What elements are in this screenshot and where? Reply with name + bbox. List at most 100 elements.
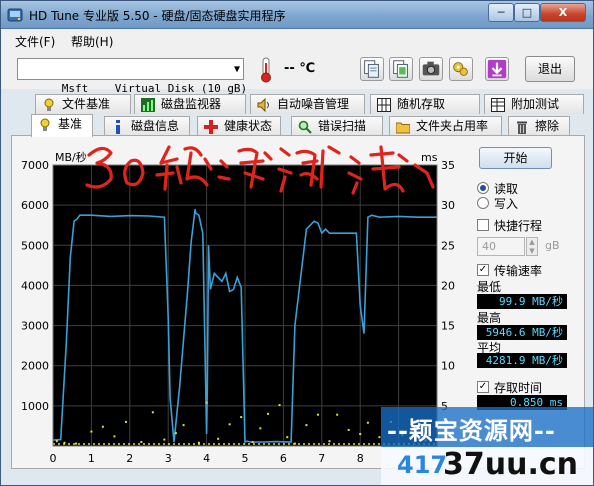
min-value: 99.9 MB/秒 [477, 294, 567, 309]
tab-noise-management[interactable]: 自动噪音管理 [250, 94, 365, 114]
access-time-point [174, 432, 177, 435]
toolbar: Msft Virtual Disk (10 gB) ▼ -- ℃ 退出 [1, 51, 593, 95]
access-time-point [163, 438, 166, 441]
max-label: 最高 [477, 311, 502, 325]
save-button[interactable] [485, 57, 509, 81]
tab-file-benchmark[interactable]: 文件基准 [35, 94, 131, 114]
access-time-point [259, 427, 262, 430]
avg-value: 4281.9 MB/秒 [477, 353, 567, 368]
minimize-button[interactable]: ─ [488, 3, 514, 22]
access-time-point [316, 413, 319, 416]
bar-chart-icon [141, 98, 155, 112]
y-left-tick-label: 1000 [21, 400, 49, 413]
x-tick-label: 3 [165, 452, 172, 465]
access-time-point [347, 428, 350, 431]
y-left-tick-label: 4000 [21, 279, 49, 292]
window-title: HD Tune 专业版 5.50 - 硬盘/固态硬盘实用程序 [29, 9, 286, 23]
access-time-point [286, 436, 289, 439]
max-value: 5946.6 MB/秒 [477, 325, 567, 340]
drive-select[interactable]: Msft Virtual Disk (10 gB) ▼ [17, 58, 247, 95]
access-time-point [240, 416, 243, 419]
access-time-point [267, 412, 270, 415]
tab-health[interactable]: 健康状态 [197, 116, 281, 136]
access-time-point [55, 440, 58, 443]
screenshot-button[interactable] [419, 57, 443, 81]
start-button[interactable]: 开始 [479, 147, 552, 169]
access-time-point [278, 404, 281, 407]
access-time-point [228, 423, 231, 426]
x-tick-label: 6 [280, 452, 287, 465]
access-time-point [90, 430, 93, 433]
menu-file[interactable]: 文件(F) [15, 33, 55, 50]
access-time-point [101, 425, 104, 428]
menu-help[interactable]: 帮助(H) [71, 33, 113, 50]
tab-erase[interactable]: 擦除 [508, 116, 570, 136]
table-icon [491, 98, 505, 112]
info-icon [116, 120, 120, 134]
tab-disk-info[interactable]: 磁盘信息 [104, 116, 190, 136]
access-time-point [359, 432, 362, 435]
chevron-down-icon: ▼ [233, 64, 240, 75]
y-right-tick-label: 20 [441, 279, 455, 292]
x-tick-label: 7 [318, 452, 325, 465]
app-icon [7, 8, 23, 22]
temperature-readout: -- ℃ [284, 61, 316, 76]
write-radio[interactable] [477, 197, 489, 209]
title-bar[interactable]: HD Tune 专业版 5.50 - 硬盘/固态硬盘实用程序 ─ □ X [1, 1, 593, 29]
exit-button[interactable]: 退出 [525, 56, 575, 82]
options-button[interactable] [449, 57, 473, 81]
access-time-point [182, 424, 185, 427]
copy-all-button[interactable] [389, 57, 413, 81]
quick-stroke-checkbox[interactable] [477, 219, 489, 231]
save-down-icon [487, 59, 507, 79]
access-time-checkbox[interactable]: ✓ [477, 381, 489, 393]
close-button[interactable]: X [540, 3, 586, 22]
access-time-label: 存取时间 [494, 381, 543, 395]
transfer-rate-checkbox[interactable]: ✓ [477, 264, 489, 276]
read-radio[interactable] [477, 182, 489, 194]
x-tick-label: 1 [88, 452, 95, 465]
y-left-tick-label: 7000 [21, 159, 49, 172]
lightbulb-icon [40, 118, 50, 131]
folder-icon [396, 122, 410, 134]
access-time-point [366, 421, 369, 424]
red-cross-icon [204, 120, 218, 134]
watermark-site: 37uu.cn [443, 447, 578, 482]
tab-error-scan[interactable]: 错误扫描 [291, 116, 383, 136]
speaker-icon [257, 98, 269, 112]
tab-folder-usage[interactable]: 文件夹占用率 [389, 116, 502, 136]
maximize-button[interactable]: □ [514, 3, 540, 22]
stroke-size-spinner[interactable]: ▲ ▼ [526, 237, 538, 256]
tab-disk-monitor[interactable]: 磁盘监视器 [134, 94, 246, 114]
camera-icon [422, 61, 440, 76]
x-tick-label: 8 [357, 452, 364, 465]
grid-chart-icon [377, 98, 391, 112]
tab-extra-tests[interactable]: 附加测试 [484, 94, 584, 114]
y-right-tick-label: 25 [441, 239, 455, 252]
stroke-size-unit: gB [545, 239, 560, 252]
access-time-point [251, 440, 254, 443]
quick-stroke-label: 快捷行程 [494, 219, 543, 233]
magnifier-icon [298, 120, 312, 134]
y-left-tick-label: 3000 [21, 320, 49, 333]
handwritten-annotation [85, 145, 435, 195]
access-time-point [75, 442, 78, 445]
access-time-point [305, 424, 308, 427]
site-watermark: --颖宝资源网-- 417 37uu.cn [381, 405, 593, 485]
options-icon [453, 62, 468, 76]
watermark-domain: 417 37uu.cn [381, 447, 593, 485]
thermometer-icon [261, 57, 271, 83]
x-tick-label: 5 [242, 452, 249, 465]
tab-benchmark[interactable]: 基准 [31, 114, 93, 137]
copy-info-icon [364, 60, 379, 78]
access-time-point [336, 413, 339, 416]
control-sidebar: 开始 读取 写入 快捷行程 40 ▲ ▼ gB ✓ 传输速率 最低 99.9 MB… [473, 137, 583, 437]
watermark-number: 417 [397, 451, 448, 479]
tab-random-access[interactable]: 随机存取 [370, 94, 480, 114]
x-tick-label: 4 [203, 452, 210, 465]
app-window: HD Tune 专业版 5.50 - 硬盘/固态硬盘实用程序 ─ □ X 文件(… [0, 0, 594, 486]
copy-info-button[interactable] [360, 57, 384, 81]
stroke-size-input[interactable]: 40 [477, 237, 525, 256]
trash-icon [517, 121, 527, 134]
access-time-point [328, 440, 331, 443]
